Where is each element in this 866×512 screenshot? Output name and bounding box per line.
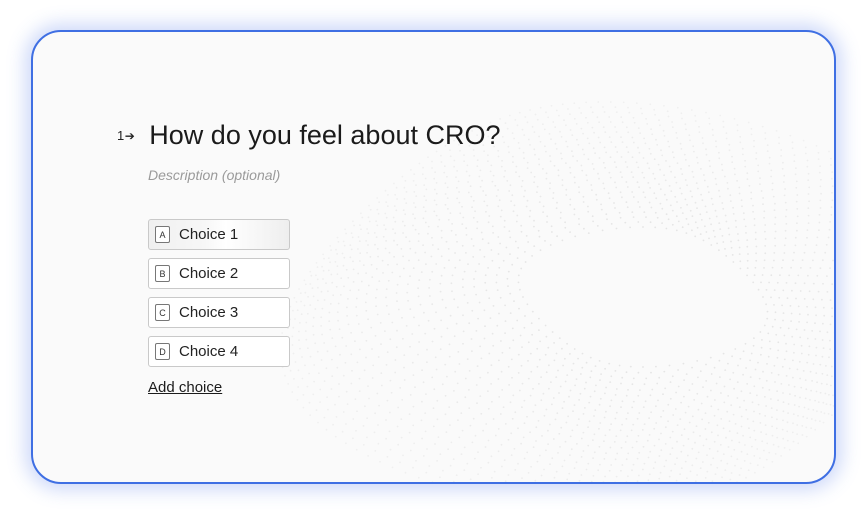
- question-title[interactable]: How do you feel about CRO?: [149, 120, 500, 151]
- form-card: 1➔ How do you feel about CRO? Descriptio…: [31, 30, 836, 484]
- choice-key-d: D: [155, 343, 170, 360]
- page: 1➔ How do you feel about CRO? Descriptio…: [0, 0, 866, 512]
- choice-key-a: A: [155, 226, 170, 243]
- choice-c[interactable]: C Choice 3: [148, 297, 290, 328]
- question-number-text: 1: [117, 128, 125, 143]
- choice-key-c: C: [155, 304, 170, 321]
- add-choice-link[interactable]: Add choice: [148, 379, 222, 396]
- arrow-right-icon: ➔: [124, 129, 136, 143]
- choice-label-a: Choice 1: [179, 226, 239, 243]
- description-field[interactable]: Description (optional): [148, 167, 280, 183]
- choice-key-b: B: [155, 265, 170, 282]
- choice-a[interactable]: A Choice 1: [148, 219, 290, 250]
- question-header: 1➔ How do you feel about CRO?: [117, 120, 501, 151]
- choice-label-b: Choice 2: [179, 265, 239, 282]
- question-number: 1➔: [117, 128, 135, 143]
- choice-b[interactable]: B Choice 2: [148, 258, 290, 289]
- choice-list: A Choice 1 B Choice 2 C Choice 3 D Choic…: [148, 219, 290, 375]
- choice-label-d: Choice 4: [179, 343, 239, 360]
- choice-label-c: Choice 3: [179, 304, 239, 321]
- choice-d[interactable]: D Choice 4: [148, 336, 290, 367]
